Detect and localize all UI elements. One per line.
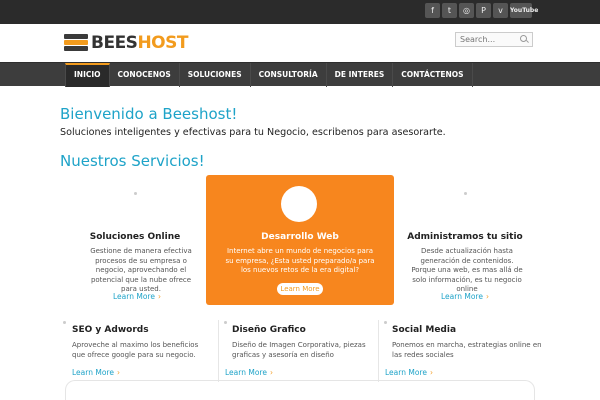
column-divider [218,320,219,382]
service-icon [224,321,227,324]
service-icon [384,321,387,324]
learn-more-button[interactable]: Learn More [277,283,323,295]
service-text: Ponemos en marcha, estrategias online en… [392,341,542,359]
nav-item-contactenos[interactable]: CONTÁCTENOS [393,63,473,87]
service-text: Aproveche al maximo los beneficios que o… [72,341,199,359]
logo[interactable]: BEESHOST [64,32,188,54]
learn-more-link[interactable]: Learn More › [72,368,120,377]
youtube-icon[interactable]: YouTube [510,3,538,18]
site-header: BEESHOST [0,24,600,62]
service-icon [63,321,66,324]
twitter-icon[interactable]: t [442,3,457,18]
service-text: Internet abre un mundo de negocios para … [225,247,375,274]
services-heading: Nuestros Servicios! [60,152,205,170]
nav-item-inicio[interactable]: INICIO [65,63,110,87]
learn-more-link[interactable]: Learn More › [225,368,273,377]
service-title: Soluciones Online [89,232,181,242]
top-bar: f t ◎ P v YouTube [0,0,600,24]
logo-mark-icon [64,34,88,52]
tagline: Soluciones inteligentes y efectivas para… [60,127,446,138]
service-title: Social Media [392,325,457,335]
service-text: Desde actualización hasta generación de … [411,247,523,293]
learn-more-link[interactable]: Learn More › [113,292,161,301]
column-divider [378,320,379,382]
service-text: Gestione de manera efectiva procesos de … [90,247,192,293]
search-icon[interactable] [520,35,527,42]
nav-item-conocenos[interactable]: CONOCENOS [110,63,180,87]
service-title: SEO y Adwords [72,325,149,335]
service-text: Diseño de Imagen Corporativa, piezas gra… [232,341,366,359]
social-links: f t ◎ P v YouTube [425,3,538,18]
service-icon [464,192,467,195]
vimeo-icon[interactable]: v [493,3,508,18]
nav-item-consultoria[interactable]: CONSULTORÍA [251,63,327,87]
service-title: Administramos tu sitio [407,232,523,242]
pinterest-icon[interactable]: P [476,3,491,18]
learn-more-link[interactable]: Learn More › [441,292,489,301]
nav-item-soluciones[interactable]: SOLUCIONES [180,63,251,87]
service-icon [281,186,317,222]
page-title: Bienvenido a Beeshost! [60,105,238,123]
dribbble-icon[interactable]: ◎ [459,3,474,18]
service-icon [134,192,137,195]
service-title: Desarrollo Web [261,232,339,242]
main-nav: INICIO CONOCENOS SOLUCIONES CONSULTORÍA … [0,62,600,87]
logo-text: BEESHOST [91,33,188,53]
learn-more-link[interactable]: Learn More › [385,368,433,377]
facebook-icon[interactable]: f [425,3,440,18]
content-frame [65,380,535,400]
nav-item-de-interes[interactable]: DE INTERES [327,63,394,87]
service-title: Diseño Grafico [232,325,306,335]
